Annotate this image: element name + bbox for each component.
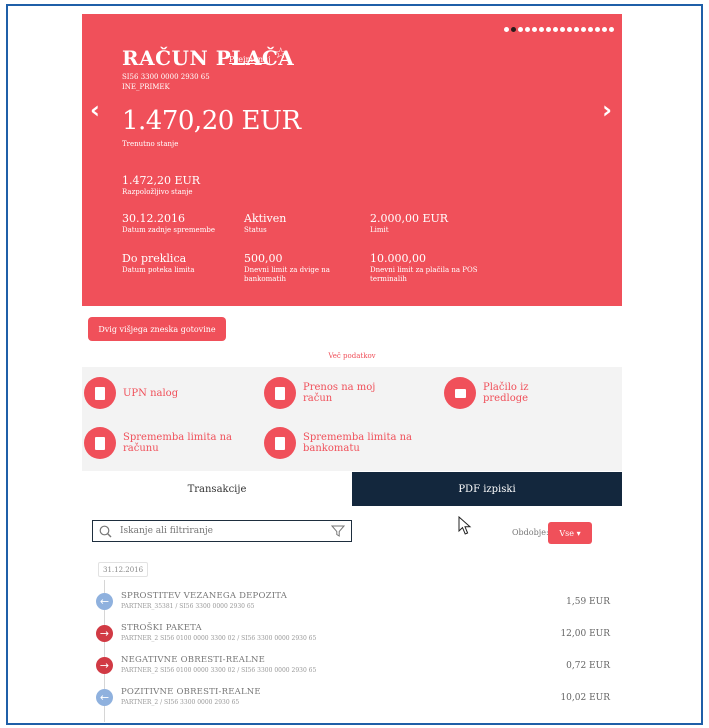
account-code: INE_PRIMEK: [122, 83, 170, 91]
banking-app: RAČUN PLAČA Preimenuj ☆ SI56 3300 0000 2…: [82, 14, 622, 722]
action-label: Sprememba limita na računu: [123, 432, 233, 454]
carousel-dot[interactable]: [595, 27, 600, 32]
carousel-dot[interactable]: [588, 27, 593, 32]
transaction-title: NEGATIVNE OBRESTI-REALNE: [121, 655, 265, 665]
search-input[interactable]: [120, 526, 300, 536]
action-own-transfer[interactable]: Prenos na moj račun: [264, 377, 393, 409]
period-select[interactable]: Vse ▾: [548, 522, 592, 544]
transaction-row[interactable]: ← POZITIVNE OBRESTI-REALNE PARTNER_2 / S…: [82, 684, 622, 714]
carousel-dot[interactable]: [546, 27, 551, 32]
filter-icon[interactable]: [331, 525, 345, 537]
stat-limit-expiry: Do preklica Datum poteka limita: [122, 252, 232, 275]
stat-label: Dnevni limit za plačila na POS terminali…: [370, 266, 478, 283]
transaction-amount: 0,72 EUR: [566, 661, 610, 671]
carousel-dot[interactable]: [609, 27, 614, 32]
account-card: RAČUN PLAČA Preimenuj ☆ SI56 3300 0000 2…: [82, 14, 622, 306]
action-label: Sprememba limita na bankomatu: [303, 432, 413, 454]
stat-label: Datum poteka limita: [122, 266, 195, 274]
period-label: Obdobje:: [512, 528, 549, 537]
incoming-arrow-icon: ←: [96, 689, 113, 706]
transaction-row[interactable]: → STROŠKI PAKETA PARTNER_2 SI56 0100 000…: [82, 620, 622, 650]
carousel-dot[interactable]: [574, 27, 579, 32]
carousel-dot[interactable]: [504, 27, 509, 32]
chevron-right-icon[interactable]: ›: [602, 98, 612, 122]
star-outline-icon[interactable]: ☆: [274, 46, 287, 61]
action-upn-order[interactable]: UPN nalog: [84, 377, 213, 409]
account-iban: SI56 3300 0000 2930 65: [122, 73, 210, 81]
tab-pdf-statements[interactable]: PDF izpiski: [352, 472, 622, 506]
stat-status: Aktiven Status: [244, 212, 286, 235]
transaction-title: STROŠKI PAKETA: [121, 623, 202, 633]
carousel-dot[interactable]: [511, 27, 516, 32]
stat-value: 10.000,00: [370, 252, 426, 265]
current-balance: 1.470,20 EUR: [122, 106, 301, 136]
stat-value: 500,00: [244, 252, 283, 265]
transaction-amount: 12,00 EUR: [560, 629, 610, 639]
mouse-cursor-icon: [458, 516, 472, 535]
carousel-dot[interactable]: [553, 27, 558, 32]
tab-bar: Transakcije PDF izpiski: [82, 472, 622, 506]
action-template-payment[interactable]: Plačilo iz predloge: [444, 377, 573, 409]
incoming-arrow-icon: ←: [96, 593, 113, 610]
document-icon: [264, 427, 296, 459]
transaction-row[interactable]: ← SPROSTITEV VEZANEGA DEPOZITA PARTNER_3…: [82, 588, 622, 618]
chevron-left-icon[interactable]: ‹: [90, 98, 100, 122]
tab-transactions[interactable]: Transakcije: [82, 472, 352, 506]
transaction-details: PARTNER_35381 / SI56 3300 0000 2930 65: [121, 603, 255, 610]
document-icon: [84, 377, 116, 409]
action-account-limit[interactable]: Sprememba limita na računu: [84, 427, 243, 459]
transaction-title: POZITIVNE OBRESTI-REALNE: [121, 687, 261, 697]
available-balance: 1.472,20 EUR Razpoložljivo stanje: [122, 174, 200, 197]
outgoing-arrow-icon: →: [96, 657, 113, 674]
rename-link[interactable]: Preimenuj: [229, 55, 271, 64]
stat-label: Datum zadnje spremembe: [122, 226, 215, 234]
stat-value: 30.12.2016: [122, 212, 185, 225]
transaction-title: SPROSTITEV VEZANEGA DEPOZITA: [121, 591, 288, 601]
carousel-dot[interactable]: [567, 27, 572, 32]
stat-atm-limit: 500,00 Dnevni limit za dvige na bankomat…: [244, 252, 356, 284]
more-data-link[interactable]: Več podatkov: [82, 352, 622, 360]
carousel-dot[interactable]: [560, 27, 565, 32]
transaction-amount: 10,02 EUR: [560, 693, 610, 703]
carousel-dot[interactable]: [525, 27, 530, 32]
quick-actions: UPN nalog Prenos na moj račun Plačilo iz…: [82, 367, 622, 471]
carousel-dots[interactable]: [504, 27, 614, 32]
carousel-dot[interactable]: [539, 27, 544, 32]
stat-label: Status: [244, 226, 267, 234]
stat-pos-limit: 10.000,00 Dnevni limit za plačila na POS…: [370, 252, 495, 284]
transaction-row[interactable]: → NEGATIVNE OBRESTI-REALNE PARTNER_2 SI5…: [82, 652, 622, 682]
stat-last-change: 30.12.2016 Datum zadnje spremembe: [122, 212, 215, 235]
available-balance-value: 1.472,20 EUR: [122, 174, 201, 187]
template-icon: [444, 377, 476, 409]
carousel-dot[interactable]: [581, 27, 586, 32]
stat-limit: 2.000,00 EUR Limit: [370, 212, 448, 235]
outgoing-arrow-icon: →: [96, 625, 113, 642]
stat-value: Do preklica: [122, 252, 187, 265]
carousel-dot[interactable]: [532, 27, 537, 32]
transaction-amount: 1,59 EUR: [566, 597, 610, 607]
document-icon: [84, 427, 116, 459]
stat-label: Dnevni limit za dvige na bankomatih: [244, 266, 330, 283]
search-icon: [99, 525, 112, 537]
action-label: UPN nalog: [123, 387, 179, 399]
available-balance-label: Razpoložljivo stanje: [122, 188, 193, 196]
transaction-details: PARTNER_2 SI56 0100 0000 3300 02 / SI56 …: [121, 667, 317, 674]
transaction-details: PARTNER_2 SI56 0100 0000 3300 02 / SI56 …: [121, 635, 317, 642]
transaction-details: PARTNER_2 / SI56 3300 0000 2930 65: [121, 699, 240, 706]
carousel-dot[interactable]: [602, 27, 607, 32]
transfer-icon: [264, 377, 296, 409]
action-label: Prenos na moj račun: [303, 382, 376, 404]
action-atm-limit[interactable]: Sprememba limita na bankomatu: [264, 427, 423, 459]
withdraw-cash-button[interactable]: Dvig višjega zneska gotovine: [88, 317, 226, 341]
date-group-label: 31.12.2016: [98, 562, 149, 577]
stat-value: Aktiven: [244, 212, 287, 225]
search-box[interactable]: [92, 520, 352, 542]
stat-value: 2.000,00 EUR: [370, 212, 449, 225]
stat-label: Limit: [370, 226, 389, 234]
current-balance-label: Trenutno stanje: [122, 140, 179, 148]
action-label: Plačilo iz predloge: [483, 382, 529, 404]
carousel-dot[interactable]: [518, 27, 523, 32]
